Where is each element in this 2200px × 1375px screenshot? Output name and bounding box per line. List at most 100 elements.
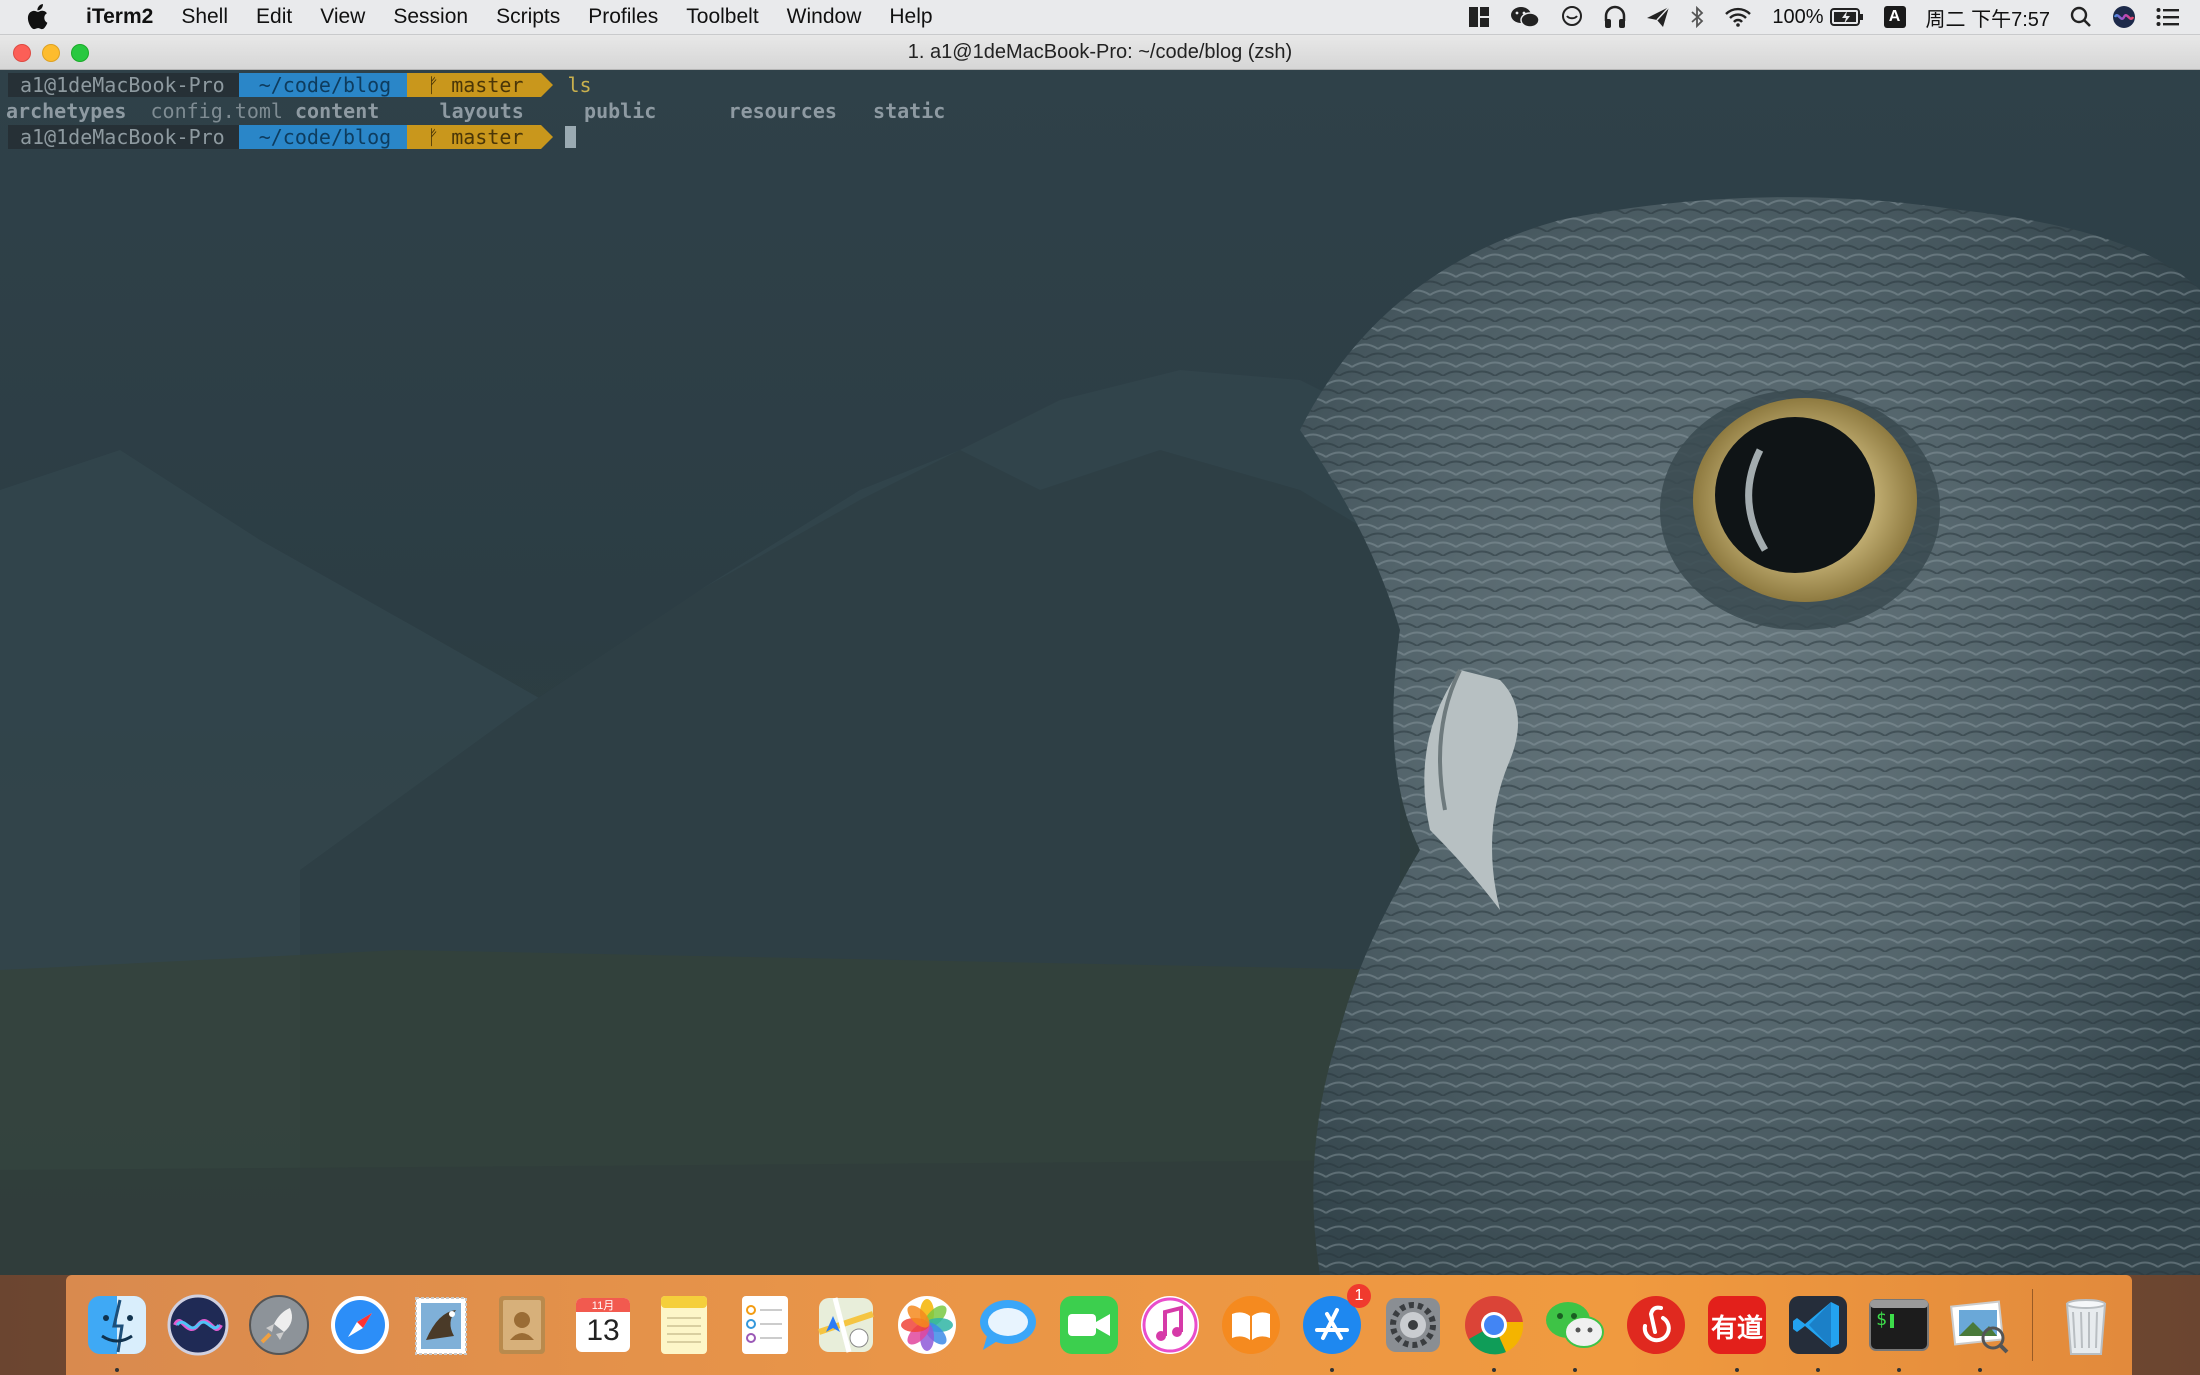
prompt-branch: ᚠ master (407, 125, 542, 149)
dock-app-reminders[interactable] (730, 1290, 800, 1360)
clock[interactable]: 周二 下午7:57 (1926, 3, 2050, 32)
dock-app-netease-music[interactable] (1621, 1290, 1691, 1360)
dock-app-itunes[interactable] (1135, 1290, 1205, 1360)
menu-view[interactable]: View (306, 0, 379, 34)
branch-name: master (451, 125, 524, 149)
prompt-path: ~/code/blog (238, 73, 408, 97)
background-owl-image (0, 197, 2200, 1275)
input-method-icon[interactable]: A (1883, 6, 1906, 28)
messages-icon (980, 1300, 1036, 1350)
ls-entry: public (584, 99, 657, 123)
dock-app-system-preferences[interactable] (1378, 1290, 1448, 1360)
dock-app-launchpad[interactable] (244, 1290, 314, 1360)
window-title-bar[interactable]: 1. a1@1deMacBook-Pro: ~/code/blog (zsh) (0, 35, 2200, 70)
stamp-icon (415, 1297, 467, 1355)
wifi-icon[interactable] (1724, 6, 1752, 28)
wechat-icon[interactable] (1510, 5, 1541, 29)
prompt-path: ~/code/blog (238, 125, 408, 149)
dock-app-photos[interactable] (892, 1290, 962, 1360)
dock-app-vscode[interactable] (1783, 1290, 1853, 1372)
menu-window[interactable]: Window (773, 0, 876, 34)
menu-scripts[interactable]: Scripts (482, 0, 574, 34)
dock-app-mail[interactable] (406, 1290, 476, 1360)
window-title: 1. a1@1deMacBook-Pro: ~/code/blog (zsh) (907, 40, 1293, 63)
dock-app-messages[interactable] (973, 1290, 1043, 1360)
siri-icon[interactable] (2112, 5, 2136, 29)
wechat-icon (1546, 1302, 1604, 1348)
dock-app-contacts[interactable] (487, 1290, 557, 1360)
notification-badge: 1 (1347, 1284, 1371, 1308)
ls-entry: static (873, 99, 946, 123)
facetime-icon (1060, 1296, 1118, 1354)
maps-icon (818, 1297, 874, 1353)
prompt-user: a1@1deMacBook-Pro (8, 73, 239, 97)
menu-edit[interactable]: Edit (242, 0, 306, 34)
dock-app-notes[interactable] (649, 1290, 719, 1360)
youdao-label: 有道 (1710, 1314, 1763, 1344)
git-branch-icon: ᚠ (427, 73, 440, 97)
bluetooth-icon[interactable] (1690, 6, 1704, 28)
dock-app-siri[interactable] (163, 1290, 233, 1360)
apple-menu-icon[interactable] (26, 4, 62, 30)
prompt-line: a1@1deMacBook-Pro ~/code/blog ᚠ master (8, 124, 945, 150)
notification-center-icon[interactable] (2156, 7, 2180, 27)
rocket-icon (249, 1295, 309, 1355)
music-icon (1141, 1296, 1199, 1354)
prompt-branch: ᚠ master (407, 73, 542, 97)
menu-bar: iTerm2 Shell Edit View Session Scripts P… (0, 0, 2200, 35)
notes-icon (661, 1296, 707, 1354)
ls-entry: config.toml (150, 99, 283, 123)
headphones-icon[interactable] (1604, 5, 1626, 29)
books-icon (1222, 1296, 1280, 1354)
trash-icon (2065, 1299, 2107, 1355)
netease-music-icon (1627, 1296, 1685, 1354)
minimize-button[interactable] (42, 44, 60, 62)
ls-entry: archetypes (6, 99, 127, 123)
qq-icon[interactable] (1560, 5, 1584, 29)
dock-app-youdao[interactable]: 有道 (1702, 1290, 1772, 1372)
preview-icon (1950, 1300, 2009, 1354)
compass-icon (331, 1296, 389, 1354)
calendar-day: 13 (586, 1314, 620, 1347)
command-text: ls (567, 73, 592, 97)
terminal-output: a1@1deMacBook-Pro ~/code/blog ᚠ master ls a… (6, 72, 945, 150)
vscode-icon (1789, 1296, 1847, 1354)
menu-shell[interactable]: Shell (167, 0, 242, 34)
menu-app-name[interactable]: iTerm2 (72, 0, 167, 34)
battery-icon[interactable] (1829, 7, 1864, 27)
dock-app-iterm2[interactable]: $ (1864, 1290, 1934, 1372)
dock-app-maps[interactable] (811, 1290, 881, 1360)
dock-app-facetime[interactable] (1054, 1290, 1124, 1360)
gear-icon (1386, 1298, 1440, 1352)
menu-session[interactable]: Session (379, 0, 482, 34)
paper-plane-icon[interactable] (1646, 6, 1670, 28)
terminal-pane[interactable]: a1@1deMacBook-Pro ~/code/blog ᚠ master ls a… (0, 70, 2200, 1275)
finder-icon (88, 1296, 146, 1354)
ls-entry: content (295, 99, 380, 123)
dock-app-wechat[interactable] (1540, 1290, 1610, 1372)
menu-help[interactable]: Help (875, 0, 946, 34)
terminal-cursor[interactable] (565, 126, 577, 148)
dock-app-calendar[interactable]: 11月 13 (568, 1290, 638, 1360)
menu-toolbelt[interactable]: Toolbelt (672, 0, 772, 34)
dock-app-trash[interactable] (2051, 1290, 2121, 1360)
grid-icon[interactable] (1468, 6, 1490, 28)
dock-app-chrome[interactable] (1459, 1290, 1529, 1372)
prompt-line: a1@1deMacBook-Pro ~/code/blog ᚠ master ls (8, 72, 945, 98)
chrome-icon (1465, 1296, 1524, 1355)
prompt-user: a1@1deMacBook-Pro (8, 125, 239, 149)
search-icon[interactable] (2070, 6, 2092, 28)
ls-output-line: archetypes config.toml content layouts p… (6, 98, 945, 124)
reminders-icon (742, 1296, 788, 1354)
dock-app-safari[interactable] (325, 1290, 395, 1360)
zoom-button[interactable] (71, 44, 89, 62)
dock-app-app-store[interactable]: 1 (1297, 1284, 1371, 1372)
dock-app-books[interactable] (1216, 1290, 1286, 1360)
dock-app-finder[interactable] (82, 1290, 152, 1372)
branch-name: master (451, 73, 524, 97)
close-button[interactable] (13, 44, 31, 62)
dock-app-preview[interactable] (1945, 1290, 2015, 1372)
status-area: 100% A 周二 下午7:57 (1468, 0, 2200, 34)
contacts-icon (499, 1296, 545, 1354)
menu-profiles[interactable]: Profiles (574, 0, 672, 34)
